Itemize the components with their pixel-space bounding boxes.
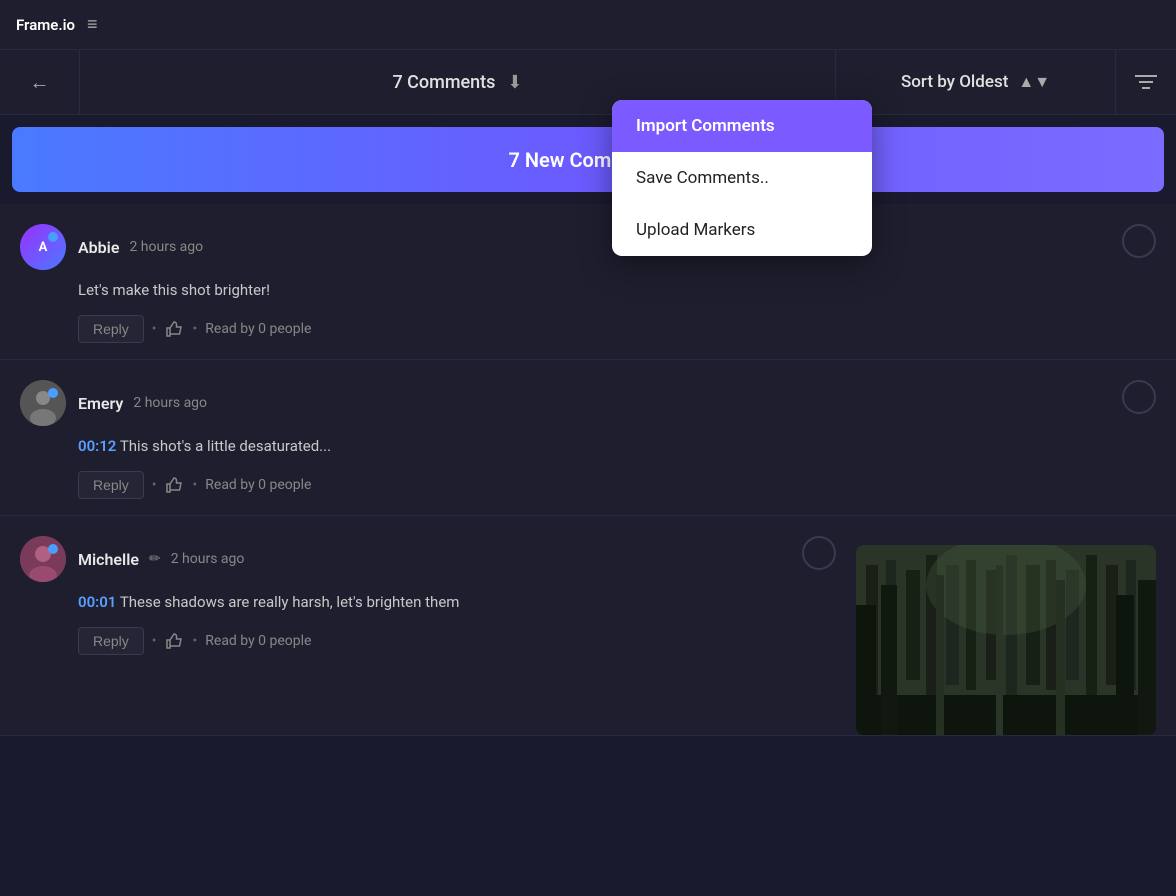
- sort-arrow-icon: ▲▼: [1018, 72, 1050, 92]
- comment-header: Emery 2 hours ago: [20, 380, 1156, 426]
- comment-actions: Reply • • Read by 0 people: [78, 315, 1156, 343]
- comment-meta: Abbie 2 hours ago: [78, 238, 203, 257]
- header-row: ← 7 Comments ⬇ Sort by Oldest ▲▼: [0, 50, 1176, 115]
- top-bar: Frame.io ≡: [0, 0, 1176, 50]
- comment-time: 2 hours ago: [171, 551, 245, 567]
- comment-checkbox[interactable]: [1122, 224, 1156, 258]
- comment-author: Michelle: [78, 550, 139, 569]
- unread-dot: [48, 388, 58, 398]
- avatar: [20, 536, 66, 582]
- comment-item: A Abbie 2 hours ago Let's make this shot…: [0, 204, 1176, 360]
- comment-item: Michelle ✏ 2 hours ago 00:01 These shado…: [0, 516, 1176, 736]
- sort-section[interactable]: Sort by Oldest ▲▼: [836, 50, 1116, 114]
- avatar-wrapper: A: [20, 224, 66, 270]
- dropdown-item-save[interactable]: Save Comments..: [612, 152, 872, 204]
- like-button[interactable]: [165, 632, 185, 650]
- forest-image: [856, 545, 1156, 735]
- separator: •: [152, 633, 157, 649]
- upload-markers-label: Upload Markers: [636, 220, 755, 240]
- separator: •: [152, 477, 157, 493]
- comment-body: 00:12 This shot's a little desaturated..…: [78, 436, 1156, 457]
- like-button[interactable]: [165, 320, 185, 338]
- save-comments-label: Save Comments..: [636, 168, 769, 188]
- filter-button[interactable]: [1116, 50, 1176, 114]
- reply-button[interactable]: Reply: [78, 627, 144, 655]
- avatar: [20, 380, 66, 426]
- import-comments-label: Import Comments: [636, 116, 775, 136]
- comment-actions: Reply • • Read by 0 people: [78, 471, 1156, 499]
- timestamp-link[interactable]: 00:12: [78, 437, 116, 455]
- comment-time: 2 hours ago: [133, 395, 207, 411]
- separator2: •: [193, 321, 198, 337]
- separator: •: [152, 321, 157, 337]
- new-comments-banner[interactable]: 7 New Comments: [12, 127, 1164, 192]
- sort-label: Sort by Oldest: [901, 72, 1008, 92]
- timestamp-link[interactable]: 00:01: [78, 593, 116, 611]
- separator2: •: [193, 633, 198, 649]
- read-label: Read by 0 people: [205, 321, 311, 337]
- comments-count-label: 7 Comments: [392, 72, 495, 93]
- like-button[interactable]: [165, 476, 185, 494]
- svg-text:A: A: [39, 240, 48, 255]
- separator2: •: [193, 477, 198, 493]
- comment-author: Abbie: [78, 238, 119, 257]
- comment-text: These shadows are really harsh, let's br…: [120, 593, 460, 611]
- avatar-wrapper: [20, 536, 66, 582]
- read-label: Read by 0 people: [205, 633, 311, 649]
- comment-time: 2 hours ago: [129, 239, 203, 255]
- comment-item: Emery 2 hours ago 00:12 This shot's a li…: [0, 360, 1176, 516]
- comments-area: A Abbie 2 hours ago Let's make this shot…: [0, 204, 1176, 736]
- download-icon[interactable]: ⬇: [507, 72, 522, 93]
- unread-dot: [48, 232, 58, 242]
- filter-icon: [1135, 73, 1157, 91]
- hamburger-icon[interactable]: ≡: [87, 14, 98, 35]
- back-arrow-icon: ←: [30, 70, 50, 95]
- comment-text: This shot's a little desaturated...: [120, 437, 331, 455]
- dropdown-item-import[interactable]: Import Comments: [612, 100, 872, 152]
- comment-body: Let's make this shot brighter!: [78, 280, 1156, 301]
- comment-header: A Abbie 2 hours ago: [20, 224, 1156, 270]
- read-label: Read by 0 people: [205, 477, 311, 493]
- app-logo: Frame.io: [16, 16, 75, 34]
- reply-button[interactable]: Reply: [78, 315, 144, 343]
- comment-meta: Emery 2 hours ago: [78, 394, 207, 413]
- reply-button[interactable]: Reply: [78, 471, 144, 499]
- unread-dot: [48, 544, 58, 554]
- avatar-wrapper: [20, 380, 66, 426]
- dropdown-menu: Import Comments Save Comments.. Upload M…: [612, 100, 872, 256]
- comment-checkbox[interactable]: [1122, 380, 1156, 414]
- comment-author: Emery: [78, 394, 123, 413]
- dropdown-item-upload[interactable]: Upload Markers: [612, 204, 872, 256]
- edit-icon: ✏: [149, 551, 161, 567]
- comment-checkbox[interactable]: [802, 536, 836, 570]
- comment-meta: Michelle ✏ 2 hours ago: [78, 550, 244, 569]
- avatar: A: [20, 224, 66, 270]
- thumbnail-preview: [856, 545, 1156, 735]
- back-button[interactable]: ←: [0, 50, 80, 114]
